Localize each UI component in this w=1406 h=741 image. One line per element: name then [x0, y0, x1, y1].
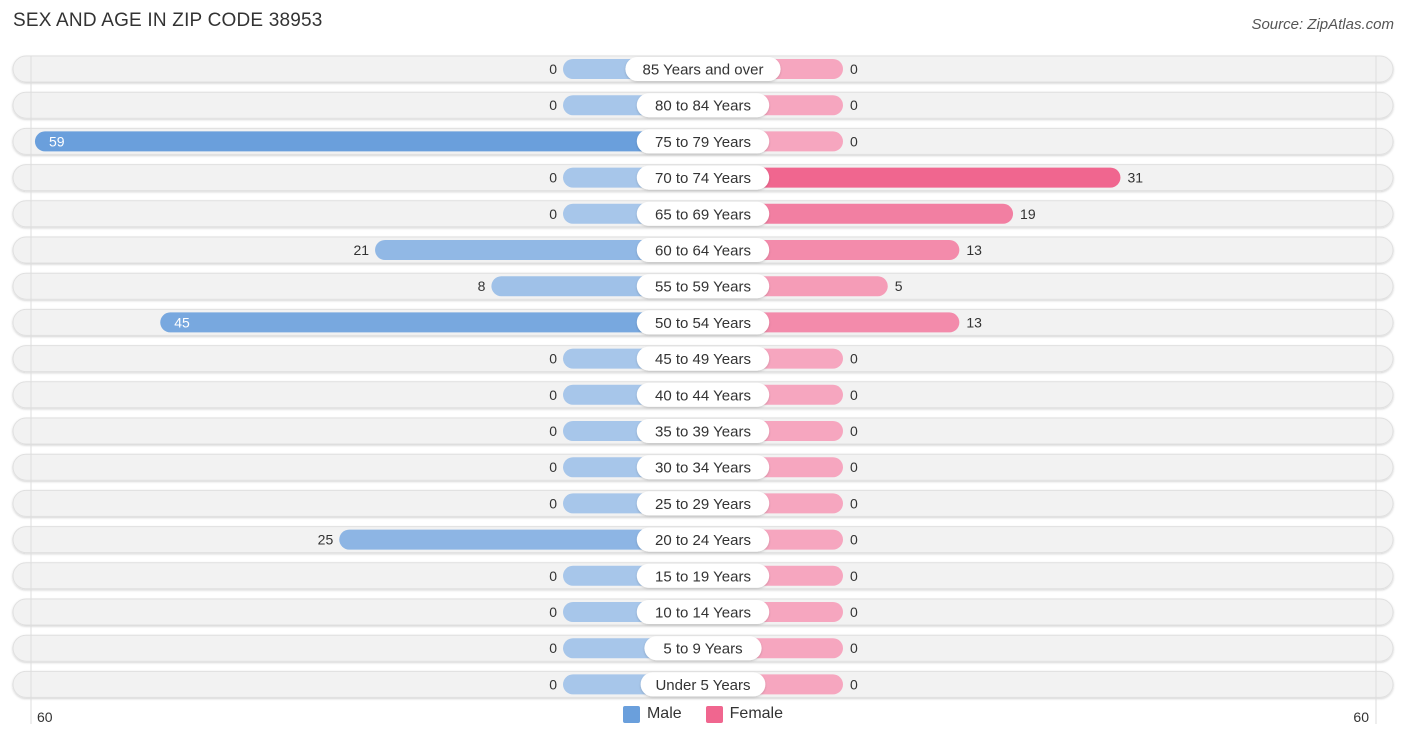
female-value-label: 13: [966, 242, 982, 258]
female-value-label: 0: [850, 351, 858, 367]
male-value-label: 0: [549, 61, 557, 77]
male-bar: [34, 131, 703, 152]
chart-row: 45 to 49 Years 0 0: [12, 345, 1394, 373]
female-value-label: 13: [966, 314, 982, 330]
female-value-label: 0: [850, 640, 858, 656]
legend-female-label: Female: [729, 705, 784, 722]
category-label: 45 to 49 Years: [655, 351, 751, 368]
male-value-label: 8: [478, 278, 486, 294]
legend-male-label: Male: [646, 705, 682, 722]
chart-row: Under 5 Years 0 0: [12, 670, 1394, 698]
male-value-label: 0: [549, 568, 557, 584]
male-value-label: 0: [549, 170, 557, 186]
legend-item-male[interactable]: Male: [622, 705, 682, 723]
category-label: 70 to 74 Years: [655, 170, 751, 187]
category-label: 85 Years and over: [643, 62, 764, 79]
chart-row: 80 to 84 Years 0 0: [12, 91, 1394, 119]
chart-row: 35 to 39 Years 0 0: [12, 417, 1394, 445]
female-value-label: 31: [1127, 170, 1143, 186]
male-value-label: 0: [549, 495, 557, 511]
chart-row: 30 to 34 Years 0 0: [12, 453, 1394, 481]
category-label: 75 to 79 Years: [655, 134, 751, 151]
male-value-label: 25: [318, 532, 334, 548]
male-value-label: 59: [49, 133, 65, 149]
chart-row: 60 to 64 Years 21 13: [12, 236, 1394, 264]
male-value-label: 0: [549, 459, 557, 475]
chart-row: 40 to 44 Years 0 0: [12, 381, 1394, 409]
female-value-label: 0: [850, 387, 858, 403]
female-swatch-icon: [705, 705, 723, 723]
male-value-label: 0: [549, 676, 557, 692]
female-value-label: 5: [895, 278, 903, 294]
category-label: 10 to 14 Years: [655, 605, 751, 622]
category-label: 55 to 59 Years: [655, 279, 751, 296]
male-bar: [160, 312, 703, 333]
female-value-label: 0: [850, 459, 858, 475]
female-value-label: 0: [850, 133, 858, 149]
category-label: 15 to 19 Years: [655, 568, 751, 585]
category-label: 30 to 34 Years: [655, 460, 751, 477]
female-value-label: 19: [1020, 206, 1036, 222]
chart-row: 10 to 14 Years 0 0: [12, 598, 1394, 626]
chart-row: 65 to 69 Years 0 19: [12, 200, 1394, 228]
chart-row: 20 to 24 Years 25 0: [12, 526, 1394, 554]
female-value-label: 0: [850, 532, 858, 548]
male-swatch-icon: [622, 705, 640, 723]
male-value-label: 0: [549, 640, 557, 656]
female-value-label: 0: [850, 676, 858, 692]
male-value-label: 0: [549, 604, 557, 620]
chart-row: 25 to 29 Years 0 0: [12, 489, 1394, 517]
male-value-label: 0: [549, 423, 557, 439]
chart-row: 70 to 74 Years 0 31: [12, 164, 1394, 192]
chart-row: 15 to 19 Years 0 0: [12, 562, 1394, 590]
male-value-label: 0: [549, 206, 557, 222]
legend-item-female[interactable]: Female: [705, 705, 784, 723]
chart-row: 85 Years and over 0 0: [12, 55, 1394, 83]
female-value-label: 0: [850, 61, 858, 77]
chart-row: 55 to 59 Years 8 5: [12, 272, 1394, 300]
female-value-label: 0: [850, 495, 858, 511]
female-value-label: 0: [850, 97, 858, 113]
male-value-label: 0: [549, 97, 557, 113]
category-label: 25 to 29 Years: [655, 496, 751, 513]
male-value-label: 0: [549, 387, 557, 403]
category-label: 20 to 24 Years: [655, 532, 751, 549]
female-value-label: 0: [850, 423, 858, 439]
category-label: 50 to 54 Years: [655, 315, 751, 332]
chart-row: 75 to 79 Years 59 0: [12, 127, 1394, 155]
female-value-label: 0: [850, 568, 858, 584]
chart-row: 50 to 54 Years 45 13: [12, 308, 1394, 336]
chart-row: 5 to 9 Years 0 0: [12, 634, 1394, 662]
legend: Male Female: [0, 705, 1406, 723]
chart-svg: 85 Years and over0 080 to 84 Years0 075 to…: [12, 55, 1394, 725]
category-label: 5 to 9 Years: [663, 641, 742, 658]
category-label: 60 to 64 Years: [655, 243, 751, 260]
category-label: 80 to 84 Years: [655, 98, 751, 115]
category-label: 40 to 44 Years: [655, 387, 751, 404]
category-label: Under 5 Years: [655, 677, 750, 694]
male-value-label: 0: [549, 351, 557, 367]
category-label: 35 to 39 Years: [655, 424, 751, 441]
male-value-label: 45: [174, 314, 190, 330]
male-value-label: 21: [353, 242, 369, 258]
female-value-label: 0: [850, 604, 858, 620]
category-label: 65 to 69 Years: [655, 206, 751, 223]
